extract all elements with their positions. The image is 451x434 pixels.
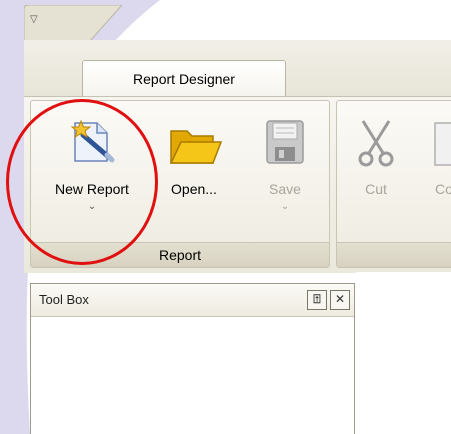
designer-surface bbox=[356, 272, 451, 434]
save-dropdown-icon[interactable]: ⌄ bbox=[245, 201, 325, 213]
copy-button[interactable]: Co bbox=[421, 113, 451, 235]
group-caption-clipboard bbox=[337, 242, 451, 267]
quick-access-toolbar[interactable] bbox=[24, 5, 122, 41]
open-folder-icon bbox=[169, 130, 223, 164]
tab-report-designer[interactable]: Report Designer bbox=[82, 60, 286, 96]
toolbox-panel: Tool Box ⍐ ✕ bbox=[30, 283, 355, 434]
save-button[interactable]: Save ⌄ bbox=[245, 113, 325, 235]
copy-label: Co bbox=[435, 181, 451, 197]
toolbox-header: Tool Box ⍐ ✕ bbox=[31, 284, 354, 317]
new-report-button[interactable]: New Report ⌄ bbox=[37, 113, 147, 235]
close-icon[interactable]: ✕ bbox=[330, 290, 350, 310]
new-report-wand-icon bbox=[70, 119, 115, 163]
cut-label: Cut bbox=[365, 181, 387, 197]
new-report-label: New Report bbox=[55, 181, 129, 197]
scissors-icon bbox=[358, 120, 394, 167]
save-label: Save bbox=[269, 181, 301, 197]
cut-button[interactable]: Cut bbox=[345, 113, 407, 235]
ribbon-group-report: New Report ⌄ Open... Save ⌄ Report bbox=[30, 100, 330, 268]
copy-icon bbox=[434, 122, 451, 166]
group-caption-report: Report bbox=[31, 242, 329, 267]
open-button[interactable]: Open... bbox=[147, 113, 241, 235]
save-disk-icon bbox=[266, 120, 304, 164]
pin-icon[interactable]: ⍐ bbox=[307, 290, 327, 310]
customize-qat-arrow-icon[interactable]: ▽ bbox=[30, 14, 38, 25]
ribbon-group-clipboard: Cut Co bbox=[336, 100, 451, 268]
open-label: Open... bbox=[171, 181, 217, 197]
toolbox-title: Tool Box bbox=[39, 292, 89, 307]
new-report-dropdown-icon[interactable]: ⌄ bbox=[37, 201, 147, 213]
